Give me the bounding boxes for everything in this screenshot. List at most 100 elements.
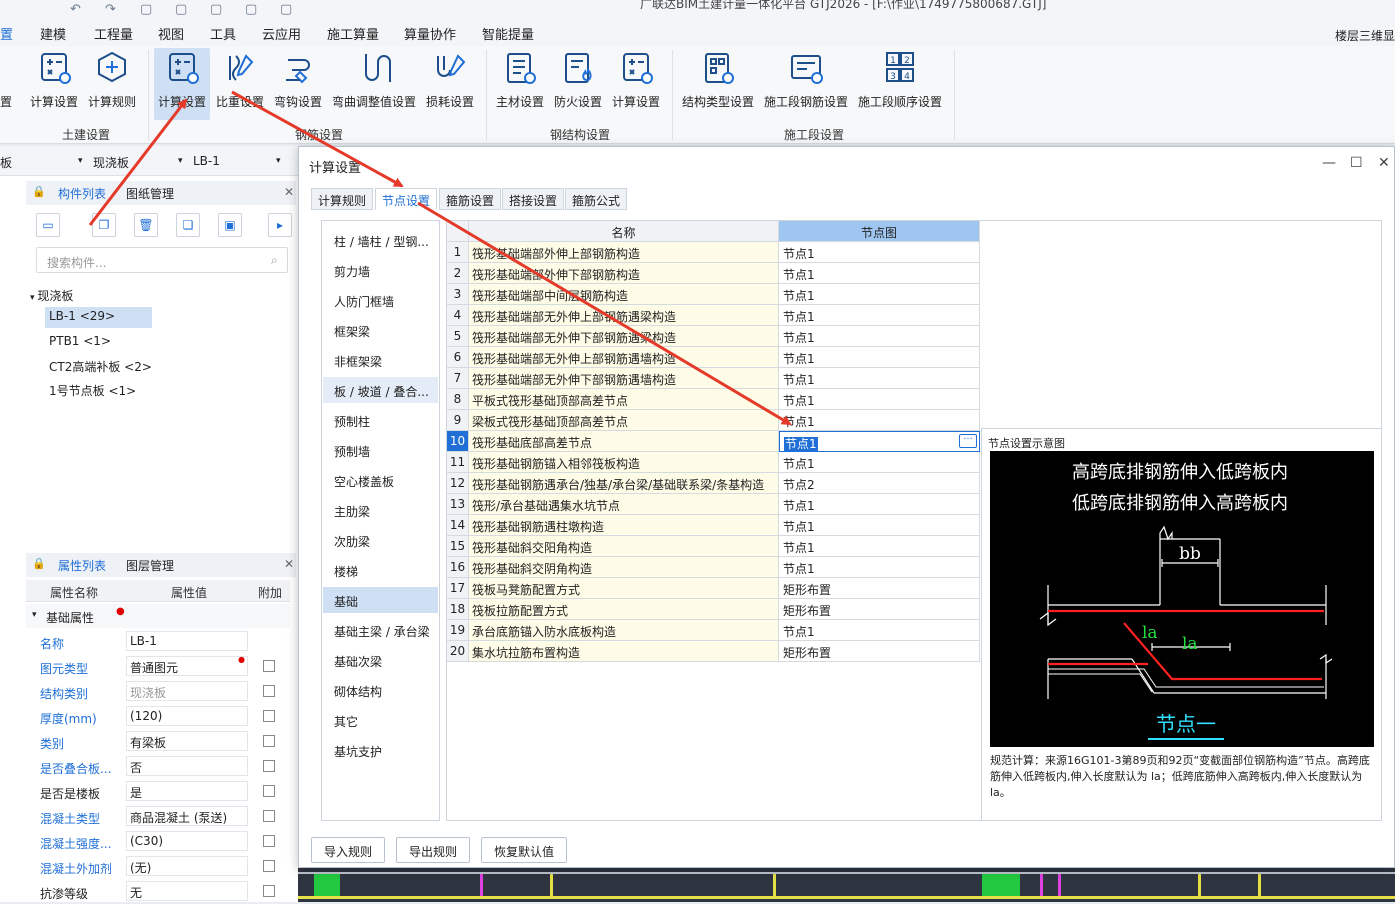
subtype-selector[interactable]: 现浇板 — [93, 154, 129, 171]
section-order-settings-button[interactable]: 1234 施工段顺序设置 — [856, 48, 944, 120]
attach-checkbox[interactable] — [263, 735, 275, 747]
property-row[interactable]: 混凝土强度... (C30) — [26, 829, 290, 854]
row-node-value[interactable]: 矩形布置 — [779, 641, 980, 662]
category-item[interactable]: 人防门框墙 — [323, 287, 438, 313]
table-row[interactable]: 15 筏形基础斜交阳角构造 节点1 — [447, 536, 980, 557]
tab-component-list[interactable]: 构件列表 — [58, 185, 106, 202]
category-item[interactable]: 板 / 坡道 / 叠合... — [323, 377, 438, 403]
property-value[interactable]: 否 — [126, 756, 248, 776]
menu-quantity[interactable]: 工程量 — [94, 24, 133, 43]
category-item[interactable]: 主肋梁 — [323, 497, 438, 523]
category-item[interactable]: 次肋梁 — [323, 527, 438, 553]
tab-stirrup-formula[interactable]: 箍筋公式 — [565, 188, 628, 210]
table-row[interactable]: 11 筏形基础钢筋锚入相邻筏板构造 节点1 — [447, 452, 980, 473]
property-row[interactable]: 结构类别 现浇板 — [26, 679, 290, 704]
quick-icon-4[interactable]: ▢ — [245, 2, 257, 17]
menu-tools[interactable]: 工具 — [210, 24, 236, 43]
table-row[interactable]: 1 筏形基础端部外伸上部钢筋构造 节点1 — [447, 242, 980, 263]
row-node-value[interactable]: 节点1 — [779, 620, 980, 641]
table-row[interactable]: 10 筏形基础底部高差节点 节点1 ··· — [447, 431, 980, 452]
quick-icon-2[interactable]: ▢ — [175, 2, 187, 17]
property-value[interactable]: 有梁板 — [126, 731, 248, 751]
table-row[interactable]: 20 集水坑拉筋布置构造 矩形布置 — [447, 641, 980, 662]
drawing-canvas[interactable] — [298, 868, 1395, 902]
property-value[interactable]: 无 — [126, 881, 248, 901]
tab-lap-settings[interactable]: 搭接设置 — [502, 188, 565, 210]
list-item[interactable]: LB-1 <29> — [45, 307, 152, 328]
minimize-icon[interactable]: — — [1322, 155, 1336, 171]
redo-icon[interactable]: ↷ — [105, 2, 116, 17]
row-node-value[interactable]: 节点2 — [779, 473, 980, 494]
menu-settings[interactable]: 置 — [0, 24, 13, 43]
chevron-down-icon[interactable]: ▾ — [276, 156, 281, 166]
row-node-value[interactable]: 节点1 — [779, 557, 980, 578]
row-node-value[interactable]: 节点1 — [784, 437, 818, 451]
property-row[interactable]: 是否是楼板 是 — [26, 779, 290, 804]
table-row[interactable]: 2 筏形基础端部外伸下部钢筋构造 节点1 — [447, 263, 980, 284]
menu-modeling[interactable]: 建模 — [40, 24, 66, 43]
property-value[interactable]: (120) — [126, 706, 248, 726]
category-item[interactable]: 非框架梁 — [323, 347, 438, 373]
category-item[interactable]: 剪力墙 — [323, 257, 438, 283]
property-value[interactable]: (C30) — [126, 831, 248, 851]
table-row[interactable]: 6 筏形基础端部无外伸上部钢筋遇墙构造 节点1 — [447, 347, 980, 368]
tree-root[interactable]: ▾ 现浇板 — [30, 287, 73, 304]
menu-collab[interactable]: 算量协作 — [404, 24, 456, 43]
table-row[interactable]: 9 梁板式筏形基础顶部高差节点 节点1 — [447, 410, 980, 431]
property-row[interactable]: 混凝土类型 商品混凝土 (泵送) — [26, 804, 290, 829]
loss-settings-button[interactable]: 损耗设置 — [424, 48, 476, 120]
chevron-down-icon[interactable]: ▾ — [178, 156, 183, 166]
row-node-value[interactable]: 节点1 — [779, 536, 980, 557]
table-row[interactable]: 7 筏形基础端部无外伸下部钢筋遇墙构造 节点1 — [447, 368, 980, 389]
more-options-icon[interactable]: ··· — [959, 434, 977, 448]
category-item[interactable]: 基坑支护 — [323, 737, 438, 763]
row-node-value[interactable]: 节点1 — [779, 284, 980, 305]
row-node-value[interactable]: 节点1 — [779, 347, 980, 368]
property-row[interactable]: 混凝土外加剂 (无) — [26, 854, 290, 879]
row-node-value[interactable]: 节点1 — [779, 452, 980, 473]
category-item[interactable]: 楼梯 — [323, 557, 438, 583]
menu-cloud[interactable]: 云应用 — [262, 24, 301, 43]
menu-construction[interactable]: 施工算量 — [327, 24, 379, 43]
maximize-icon[interactable]: ☐ — [1350, 155, 1363, 171]
attach-checkbox[interactable] — [263, 885, 275, 897]
save-icon[interactable]: ▣ — [218, 213, 242, 237]
row-node-value-editor[interactable]: 节点1 ··· — [779, 431, 980, 452]
tab-drawing-manage[interactable]: 图纸管理 — [126, 185, 174, 202]
close-icon[interactable]: ✕ — [284, 185, 294, 199]
hook-settings-button[interactable]: 弯钩设置 — [272, 48, 324, 120]
property-row[interactable]: 图元类型 普通图元 ● — [26, 654, 290, 679]
row-node-value[interactable]: 矩形布置 — [779, 578, 980, 599]
more-icon[interactable]: ▸ — [268, 213, 292, 237]
list-item[interactable]: PTB1 <1> — [49, 334, 111, 348]
row-node-value[interactable]: 节点1 — [779, 242, 980, 263]
density-settings-button[interactable]: 比重设置 — [214, 48, 266, 120]
layer-copy-icon[interactable]: ❏ — [176, 213, 200, 237]
property-value[interactable]: LB-1 — [126, 631, 248, 651]
attach-checkbox[interactable] — [263, 785, 275, 797]
civil-calc-rules-button[interactable]: 计算规则 — [86, 48, 138, 120]
lock-icon[interactable]: 🔒 — [32, 185, 46, 198]
new-component-icon[interactable]: ▭ — [36, 213, 60, 237]
list-item[interactable]: CT2高端补板 <2> — [49, 358, 152, 375]
steel-calc-settings-button[interactable]: 计算设置 — [610, 48, 662, 120]
tab-stirrup-settings[interactable]: 箍筋设置 — [439, 188, 502, 210]
property-row[interactable]: 是否叠合板... 否 — [26, 754, 290, 779]
menu-smart[interactable]: 智能提量 — [482, 24, 534, 43]
property-value[interactable]: (无) — [126, 856, 248, 876]
component-selector[interactable]: LB-1 — [193, 154, 220, 168]
row-node-value[interactable]: 节点1 — [779, 305, 980, 326]
close-icon[interactable]: ✕ — [1378, 155, 1390, 171]
attach-checkbox[interactable] — [263, 685, 275, 697]
table-row[interactable]: 18 筏板拉筋配置方式 矩形布置 — [447, 599, 980, 620]
tab-node-settings[interactable]: 节点设置 — [375, 188, 438, 210]
quick-icon-1[interactable]: ▢ — [140, 2, 152, 17]
undo-icon[interactable]: ↶ — [70, 2, 81, 17]
lock-icon[interactable]: 🔒 — [32, 557, 46, 570]
tab-calc-rules[interactable]: 计算规则 — [311, 188, 374, 210]
delete-icon[interactable]: 🗑 — [134, 213, 158, 237]
category-item[interactable]: 基础 — [323, 587, 438, 613]
property-value[interactable]: 是 — [126, 781, 248, 801]
table-row[interactable]: 17 筏板马凳筋配置方式 矩形布置 — [447, 578, 980, 599]
property-value[interactable]: 商品混凝土 (泵送) — [126, 806, 248, 826]
